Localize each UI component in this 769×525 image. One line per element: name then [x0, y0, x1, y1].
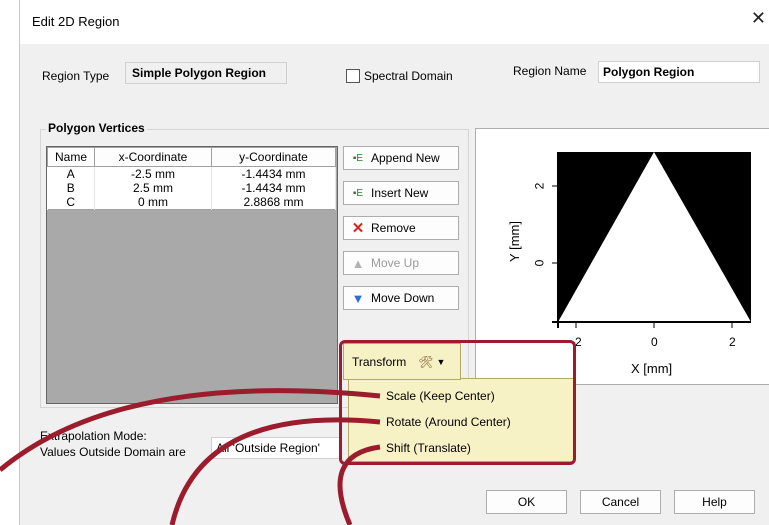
cell[interactable]: B	[47, 181, 95, 195]
region-type-label: Region Type	[42, 69, 110, 83]
title-bar: Edit 2D Region ✕	[20, 0, 769, 44]
insert-new-button[interactable]: ▪E Insert New	[343, 181, 459, 205]
polygon-vertices-title: Polygon Vertices	[46, 121, 147, 135]
cancel-button[interactable]: Cancel	[580, 490, 661, 514]
insert-new-label: Insert New	[371, 186, 429, 200]
arrow-up-icon: ▲	[351, 255, 365, 271]
highlight-box	[339, 340, 576, 465]
cell[interactable]: 2.8868 mm	[211, 195, 336, 210]
move-up-label: Move Up	[371, 256, 420, 270]
extrapolation-label-1: Extrapolation Mode:	[40, 429, 147, 443]
arrow-down-icon: ▼	[351, 290, 365, 306]
cell[interactable]: A	[47, 166, 95, 181]
ok-label: OK	[517, 495, 536, 509]
move-down-label: Move Down	[371, 291, 435, 305]
extrapolation-label-2: Values Outside Domain are	[40, 445, 186, 459]
cancel-label: Cancel	[601, 495, 640, 509]
y-axis-label: Y [mm]	[506, 221, 522, 262]
x-tick-label-2: 2	[729, 335, 736, 349]
region-type-value: Simple Polygon Region	[125, 62, 287, 84]
table-row[interactable]: B 2.5 mm -1.4434 mm	[47, 181, 336, 195]
y-tick-label-0: 0	[532, 259, 547, 267]
x-axis-label: X [mm]	[631, 361, 673, 376]
remove-button[interactable]: ✕ Remove	[343, 216, 459, 240]
region-name-label: Region Name	[513, 64, 587, 78]
table-row[interactable]: C 0 mm 2.8868 mm	[47, 195, 336, 210]
cell[interactable]: 2.5 mm	[94, 181, 212, 195]
append-new-button[interactable]: ▪E Append New	[343, 146, 459, 170]
cell[interactable]: 0 mm	[94, 195, 212, 210]
cell[interactable]: -1.4434 mm	[211, 181, 336, 195]
spectral-domain-label: Spectral Domain	[364, 69, 453, 83]
remove-label: Remove	[371, 221, 416, 235]
cell[interactable]: -1.4434 mm	[211, 166, 336, 181]
vertex-table[interactable]: Name x-Coordinate y-Coordinate A -2.5 mm…	[47, 147, 336, 210]
extrapolation-select[interactable]: All 'Outside Region'	[211, 437, 341, 459]
dialog-title: Edit 2D Region	[32, 14, 120, 29]
y-tick-label-2: 2	[532, 182, 547, 190]
cell[interactable]: -2.5 mm	[94, 166, 212, 181]
ok-button[interactable]: OK	[486, 490, 567, 514]
insert-icon: ▪E	[352, 187, 364, 199]
region-name-field[interactable]: Polygon Region	[598, 61, 760, 83]
col-name[interactable]: Name	[47, 147, 95, 167]
col-x[interactable]: x-Coordinate	[94, 147, 212, 167]
remove-icon: ✕	[351, 220, 365, 237]
close-icon[interactable]: ✕	[751, 8, 766, 29]
move-down-button[interactable]: ▼ Move Down	[343, 286, 459, 310]
help-button[interactable]: Help	[674, 490, 755, 514]
help-label: Help	[702, 495, 727, 509]
col-y[interactable]: y-Coordinate	[211, 147, 336, 167]
cell[interactable]: C	[47, 195, 95, 210]
table-row[interactable]: A -2.5 mm -1.4434 mm	[47, 166, 336, 181]
x-tick-label-0: 0	[651, 335, 658, 349]
spectral-domain-checkbox[interactable]	[346, 69, 360, 83]
move-up-button[interactable]: ▲ Move Up	[343, 251, 459, 275]
append-icon: ▪E	[352, 152, 364, 164]
append-new-label: Append New	[371, 151, 440, 165]
